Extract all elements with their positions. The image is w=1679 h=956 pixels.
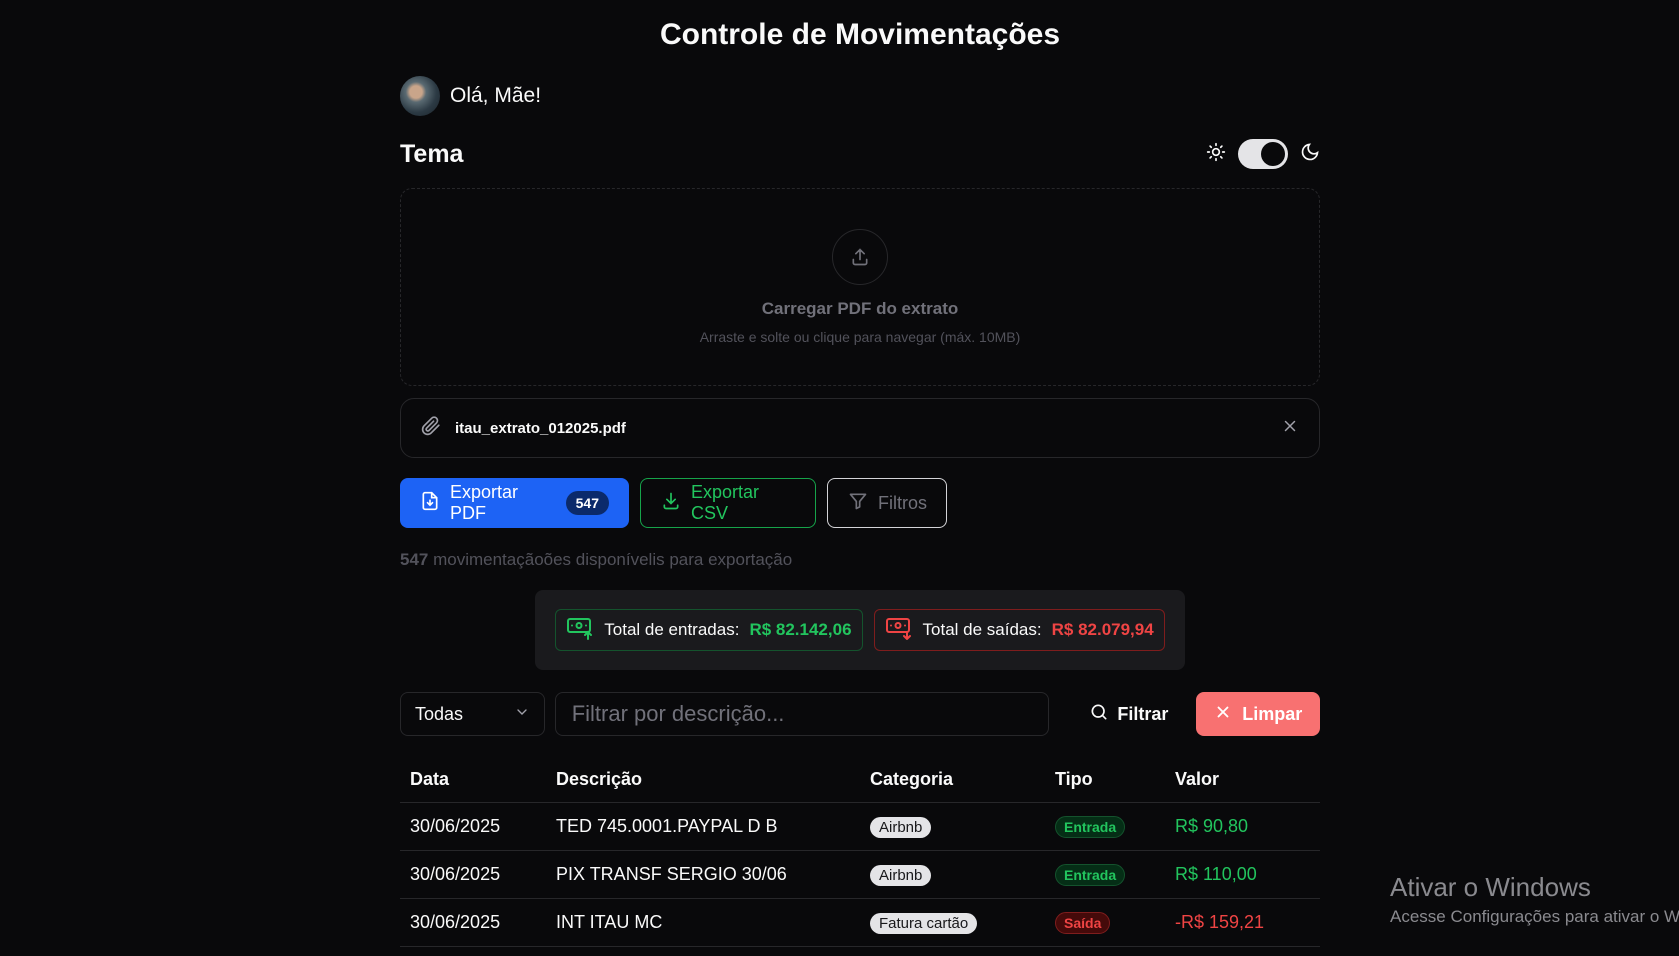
search-icon [1089,702,1109,727]
table-row[interactable]: 30/06/2025 INT ITAU MC Fatura cartão Saí… [400,898,1320,947]
user-greeting: Olá, Mãe! [400,76,1320,116]
filter-button-label: Filtrar [1117,703,1169,724]
table-header-row: Data Descrição Categoria Tipo Valor [400,756,1320,803]
chevron-down-icon [514,704,530,725]
file-download-icon [420,491,440,516]
total-out-label: Total de saídas: [922,620,1042,639]
clear-button[interactable]: Limpar [1196,692,1320,736]
x-icon [1214,703,1232,726]
row-date: 30/06/2025 [400,850,546,899]
theme-label: Tema [400,139,464,168]
description-search-input[interactable] [554,692,1050,736]
row-description: PIX TRANSF SERGIO 30/06 [546,850,860,899]
export-csv-button[interactable]: Exportar CSV [640,478,816,528]
category-badge: Airbnb [870,864,932,886]
transactions-table: Data Descrição Categoria Tipo Valor 30/0… [400,756,1320,947]
export-pdf-label: Exportar PDF [450,482,519,523]
main-container: Olá, Mãe! Tema Carregar PDF do extrato A… [400,76,1320,947]
type-badge: Entrada [1055,815,1126,838]
pdf-dropzone[interactable]: Carregar PDF do extrato Arraste e solte … [400,188,1320,386]
availability-label: movimentaçãoões disponívelis para export… [428,550,793,569]
category-badge: Airbnb [870,816,932,838]
availability-count: 547 [400,550,429,569]
paperclip-icon [421,415,441,441]
money-out-icon [885,616,913,645]
download-icon [661,491,681,516]
col-date[interactable]: Data [400,756,546,803]
col-description[interactable]: Descrição [546,756,860,803]
type-badge: Saída [1055,911,1111,934]
sun-icon [1206,142,1226,167]
col-value[interactable]: Valor [1165,756,1320,803]
total-in-card: Total de entradas: R$ 82.142,06 [555,609,863,651]
filters-button[interactable]: Filtros [827,478,947,528]
total-out-card: Total de saídas: R$ 82.079,94 [873,609,1165,651]
upload-icon [832,229,888,285]
watermark-subtitle: Acesse Configurações para ativar o Windo… [1390,907,1679,926]
close-icon[interactable] [1281,417,1299,440]
filter-icon [848,491,868,516]
table-row[interactable]: 30/06/2025 TED 745.0001.PAYPAL D B Airbn… [400,802,1320,851]
type-badge: Entrada [1055,863,1126,886]
avatar[interactable] [400,76,440,116]
row-value: R$ 90,80 [1165,802,1320,851]
dropzone-title: Carregar PDF do extrato [761,299,959,318]
moon-icon [1300,142,1320,167]
watermark-title: Ativar o Windows [1390,872,1591,902]
row-description: TED 745.0001.PAYPAL D B [546,802,860,851]
dropzone-subtitle: Arraste e solte ou clique para navegar (… [699,329,1021,345]
filters-label: Filtros [878,492,927,513]
export-count-badge: 547 [565,491,609,515]
type-select-value: Todas [415,703,464,724]
row-value: -R$ 159,21 [1165,898,1320,947]
row-date: 30/06/2025 [400,898,546,947]
greeting-text: Olá, Mãe! [450,84,542,107]
windows-activation-watermark: Ativar o Windows Acesse Configurações pa… [1390,872,1679,927]
export-pdf-button[interactable]: Exportar PDF 547 [400,478,629,528]
page-title: Controle de Movimentações [659,18,1061,51]
category-badge: Fatura cartão [870,912,978,934]
theme-toggle[interactable] [1238,139,1288,169]
total-out-value: R$ 82.079,94 [1051,620,1154,639]
export-csv-label: Exportar CSV [691,482,760,523]
theme-switch [1206,139,1320,169]
theme-row: Tema [400,134,1320,174]
row-description: INT ITAU MC [546,898,860,947]
col-type[interactable]: Tipo [1045,756,1165,803]
selected-file: itau_extrato_012025.pdf [400,398,1320,458]
filter-bar: Todas Filtrar Limpar [400,692,1320,736]
col-category[interactable]: Categoria [860,756,1045,803]
table-row[interactable]: 30/06/2025 PIX TRANSF SERGIO 30/06 Airbn… [400,850,1320,899]
total-in-value: R$ 82.142,06 [749,620,852,639]
filter-button[interactable]: Filtrar [1059,702,1186,727]
availability-text: 547 movimentaçãoões disponívelis para ex… [400,550,1320,570]
action-buttons: Exportar PDF 547 Exportar CSV Filtros [400,478,1320,528]
totals-panel: Total de entradas: R$ 82.142,06 Total de… [535,590,1185,670]
money-in-icon [566,616,594,645]
type-select[interactable]: Todas [400,692,545,736]
total-in-label: Total de entradas: [604,620,740,639]
row-value: R$ 110,00 [1165,850,1320,899]
row-date: 30/06/2025 [400,802,546,851]
file-name: itau_extrato_012025.pdf [455,419,626,437]
clear-button-label: Limpar [1242,703,1303,724]
